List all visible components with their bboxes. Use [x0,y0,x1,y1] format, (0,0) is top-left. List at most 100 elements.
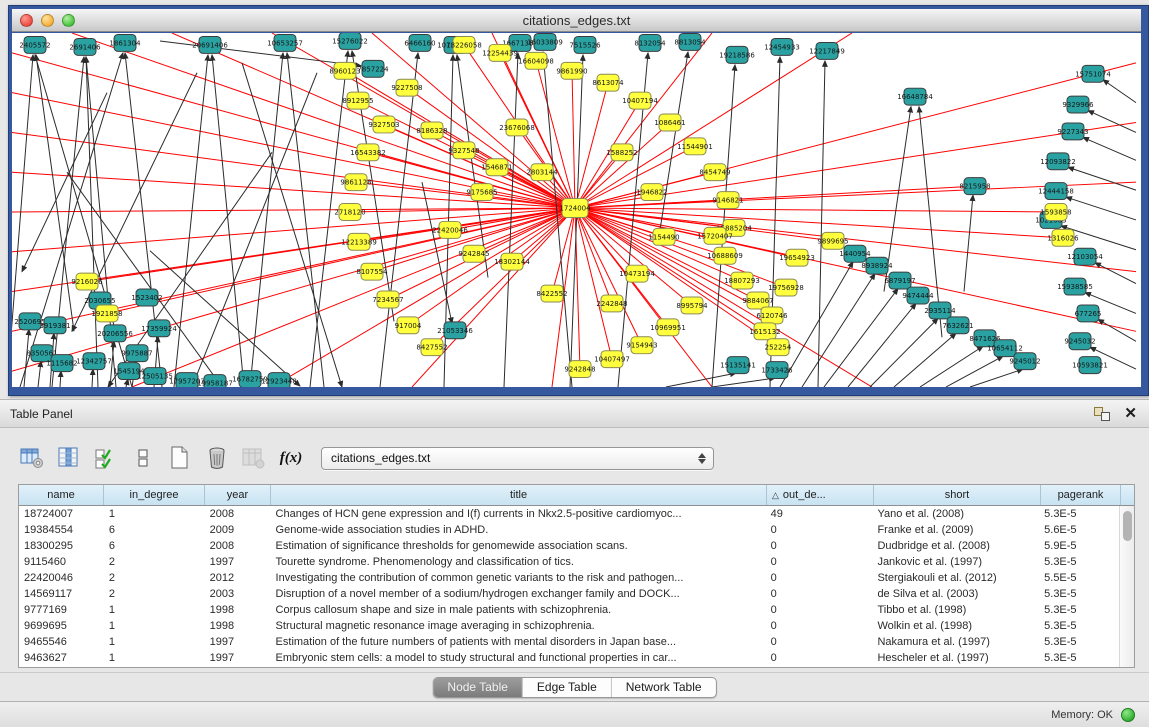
graph-node[interactable]: 19218586 [719,46,755,63]
graph-node[interactable]: 15751074 [1075,65,1111,82]
graph-node[interactable]: 8912955 [342,92,373,109]
graph-node[interactable]: 9975887 [121,345,152,362]
graph-node[interactable]: 9216026 [71,273,102,290]
table-row[interactable]: 911546021997Tourette syndrome. Phenomeno… [19,554,1119,570]
graph-node[interactable]: 21053346 [437,322,473,339]
graph-node[interactable]: 12093822 [1040,153,1076,170]
graph-node[interactable]: 7632621 [942,317,973,334]
graph-node[interactable]: 10473194 [619,265,655,282]
close-panel-icon[interactable]: ✕ [1124,407,1137,421]
graph-node[interactable]: 8613074 [592,74,624,91]
graph-node[interactable]: 1861304 [109,34,141,51]
column-header-out_de[interactable]: △out_de... [767,485,874,505]
column-header-short[interactable]: short [874,485,1041,505]
graph-node[interactable]: 17359924 [141,320,177,337]
graph-node[interactable]: 19654923 [779,249,815,266]
selection-mode-icon[interactable] [92,445,120,471]
graph-node[interactable]: 16604098 [518,52,554,69]
graph-node[interactable]: 9245012 [1009,353,1040,370]
graph-node[interactable]: 10407194 [622,92,658,109]
graph-node[interactable]: 12103054 [1067,248,1103,265]
graph-node[interactable]: 8215958 [959,178,990,195]
graph-node[interactable]: 1946822 [636,184,667,201]
table-row[interactable]: 946554611997Estimation of the future num… [19,634,1119,650]
column-header-title[interactable]: title [271,485,767,505]
column-header-year[interactable]: year [205,485,271,505]
graph-node[interactable]: 15135141 [720,357,756,374]
table-selector-dropdown[interactable]: citations_edges.txt [321,447,714,470]
window-titlebar[interactable]: citations_edges.txt [12,9,1141,32]
graph-node[interactable]: 10407497 [594,351,630,368]
delete-table-icon[interactable] [203,445,231,471]
graph-node[interactable]: 6120746 [756,307,787,324]
table-row[interactable]: 2242004622012Investigating the contribut… [19,570,1119,586]
graph-node[interactable]: 8995794 [676,297,708,314]
graph-node[interactable]: 10593821 [1072,357,1108,374]
graph-node[interactable]: 16543382 [350,144,386,161]
graph-node[interactable]: 8960123 [329,62,360,79]
row-height-icon[interactable] [129,445,157,471]
graph-node[interactable]: 9861128 [340,174,371,191]
graph-node[interactable]: 8422552 [536,285,567,302]
float-panel-icon[interactable] [1094,407,1110,421]
graph-node[interactable]: 12454933 [764,38,800,55]
graph-node[interactable]: 9329966 [1062,96,1093,113]
graph-node[interactable]: 3919381 [39,317,70,334]
graph-node[interactable]: 9242848 [564,361,595,378]
graph-node[interactable]: 8132054 [634,34,666,51]
graph-node[interactable]: 19958187 [197,375,233,387]
column-header-in_degree[interactable]: in_degree [104,485,205,505]
new-table-icon[interactable] [166,445,194,471]
graph-node[interactable]: 2405572 [19,36,50,53]
import-table-icon[interactable] [240,445,268,471]
graph-node[interactable]: 20691406 [192,36,228,53]
column-header-pagerank[interactable]: pagerank [1041,485,1121,505]
graph-node[interactable]: 9245032 [1064,333,1095,350]
graph-node[interactable]: 6466160 [404,34,435,51]
table-row[interactable]: 1938455462009Genome-wide association stu… [19,522,1119,538]
table-row[interactable]: 1456911722003Disruption of a novel membe… [19,586,1119,602]
table-row[interactable]: 977716911998Corpus callosum shape and si… [19,602,1119,618]
graph-node[interactable]: 8107554 [356,263,388,280]
graph-node[interactable]: 677265 [1075,305,1102,322]
graph-node[interactable]: 1733426 [761,362,792,379]
graph-node[interactable]: 23676068 [499,119,535,136]
graph-node[interactable]: 9327503 [368,116,399,133]
graph-node[interactable]: 16033809 [527,33,563,50]
table-row[interactable]: 1830029562008Estimation of significance … [19,538,1119,554]
graph-node[interactable]: 22420046 [432,221,468,238]
graph-node[interactable]: 1523402 [131,289,162,306]
graph-node[interactable]: 9227343 [1057,123,1088,140]
graph-node[interactable]: 2935114 [924,302,956,319]
graph-node[interactable]: 1546871 [481,159,512,176]
memory-status-indicator[interactable] [1121,708,1135,722]
column-header-name[interactable]: name [19,485,104,505]
tab-network-table[interactable]: Network Table [611,678,716,697]
graph-node[interactable]: 1588252 [606,144,637,161]
graph-node[interactable]: 9474444 [902,287,934,304]
citation-network-graph[interactable]: 2405572269140618613042069140610653257152… [12,33,1141,387]
graph-node[interactable]: 9327548 [448,142,479,159]
graph-node[interactable]: 7234567 [372,291,403,308]
graph-node[interactable]: 10688609 [707,247,743,264]
graph-node[interactable]: 18302144 [494,253,530,270]
network-canvas[interactable]: 2405572269140618613042069140610653257152… [12,33,1141,387]
table-row[interactable]: 969969511998Structural magnetic resonanc… [19,618,1119,634]
graph-node[interactable]: 20206556 [97,325,133,342]
graph-node[interactable]: 10653257 [267,34,303,51]
graph-node[interactable]: 9227508 [391,79,422,96]
graph-node[interactable]: 9146821 [712,192,743,209]
vertical-scrollbar[interactable] [1119,506,1134,667]
graph-node[interactable]: 1724004 [559,199,591,218]
table-row[interactable]: 1872400712008Changes of HCN gene express… [19,506,1119,522]
graph-node[interactable]: 9175685 [466,184,497,201]
graph-node[interactable]: 1316026 [1047,229,1078,246]
graph-node[interactable]: 7515526 [569,36,600,53]
graph-node[interactable]: 252254 [765,339,792,356]
graph-node[interactable]: 16648784 [897,88,933,105]
tab-node-table[interactable]: Node Table [433,678,522,697]
graph-node[interactable]: 2718120 [334,204,365,221]
graph-node[interactable]: 1593858 [1040,204,1071,221]
graph-node[interactable]: 7857224 [357,60,389,77]
graph-node[interactable]: 1154490 [648,228,679,245]
